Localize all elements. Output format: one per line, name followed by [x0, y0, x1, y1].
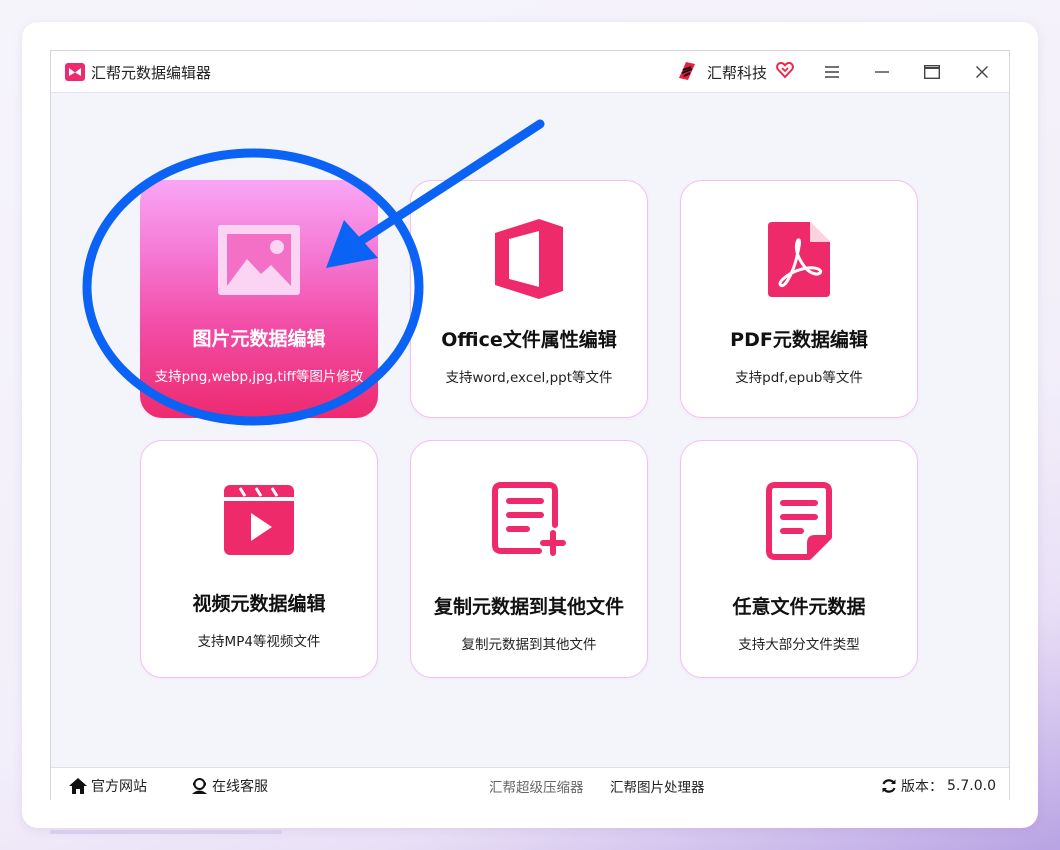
tile-title: 复制元数据到其他文件: [433, 596, 624, 618]
tile-title: Office文件属性编辑: [441, 329, 617, 351]
menu-button[interactable]: [819, 59, 845, 85]
tile-office-properties[interactable]: Office文件属性编辑 支持word,excel,ppt等文件: [410, 180, 648, 418]
minimize-icon: [875, 71, 889, 73]
tile-pdf-metadata[interactable]: PDF元数据编辑 支持pdf,epub等文件: [680, 180, 918, 418]
app-logo-icon: [65, 63, 85, 81]
compressor-link[interactable]: 汇帮超级压缩器: [489, 776, 584, 796]
tile-title: 视频元数据编辑: [192, 593, 326, 615]
version-label: 版本：: [901, 779, 943, 795]
hamburger-icon: [825, 66, 839, 78]
app-title: 汇帮元数据编辑器: [91, 64, 212, 82]
document-icon: [766, 482, 832, 560]
maximize-button[interactable]: [919, 59, 945, 85]
image-icon: [218, 225, 300, 295]
tile-description: 支持png,webp,jpg,tiff等图片修改: [154, 369, 364, 385]
brand-logo-icon: [679, 62, 695, 80]
image-processor-link[interactable]: 汇帮图片处理器: [610, 776, 705, 796]
home-icon: [69, 778, 87, 794]
office-icon: [495, 219, 563, 299]
app-window: 汇帮元数据编辑器 汇帮科技 图片元数据编辑 支持png,webp,jpg,tif…: [50, 50, 1010, 800]
pdf-icon: [768, 222, 830, 297]
tile-any-file-metadata[interactable]: 任意文件元数据 支持大部分文件类型: [680, 440, 918, 678]
minimize-button[interactable]: [869, 59, 895, 85]
tile-description: 支持大部分文件类型: [738, 637, 860, 653]
scroll-indicator: [50, 830, 282, 834]
website-label: 官方网站: [91, 779, 147, 795]
tile-title: 图片元数据编辑: [192, 328, 326, 350]
copy-list-icon: [492, 482, 566, 556]
tile-description: 复制元数据到其他文件: [461, 637, 597, 653]
support-label: 在线客服: [212, 779, 268, 795]
tile-title: 任意文件元数据: [732, 596, 866, 618]
tile-title: PDF元数据编辑: [730, 329, 868, 351]
status-bar: 官方网站 在线客服 汇帮超级压缩器 汇帮图片处理器 版本： 5.7.0.0: [51, 767, 1009, 800]
close-icon: [976, 66, 988, 78]
title-bar: 汇帮元数据编辑器 汇帮科技: [51, 51, 1009, 93]
version-number: 5.7.0.0: [947, 778, 996, 794]
tile-description: 支持word,excel,ppt等文件: [445, 370, 613, 386]
customer-service-icon: [192, 778, 207, 794]
tile-description: 支持MP4等视频文件: [197, 634, 321, 650]
official-website-link[interactable]: 官方网站: [69, 776, 147, 796]
refresh-icon: [882, 779, 896, 793]
version-info: 版本： 5.7.0.0: [881, 776, 996, 796]
tile-video-metadata[interactable]: 视频元数据编辑 支持MP4等视频文件: [140, 440, 378, 678]
vip-heart-icon[interactable]: [775, 60, 795, 80]
close-button[interactable]: [969, 59, 995, 85]
tile-description: 支持pdf,epub等文件: [735, 370, 863, 386]
tile-image-metadata[interactable]: 图片元数据编辑 支持png,webp,jpg,tiff等图片修改: [140, 180, 378, 418]
tile-copy-metadata[interactable]: 复制元数据到其他文件 复制元数据到其他文件: [410, 440, 648, 678]
feature-grid: 图片元数据编辑 支持png,webp,jpg,tiff等图片修改 Office文…: [51, 92, 1009, 767]
brand-name: 汇帮科技: [707, 64, 768, 82]
maximize-icon: [924, 65, 940, 79]
video-icon: [224, 485, 294, 555]
online-support-link[interactable]: 在线客服: [191, 776, 268, 796]
